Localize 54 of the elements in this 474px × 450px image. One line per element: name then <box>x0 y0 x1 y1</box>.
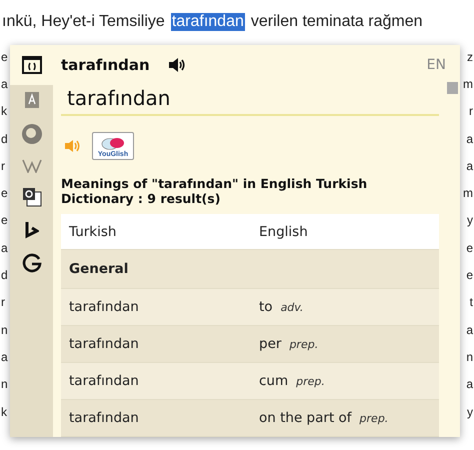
table-cell-text: to adv. <box>259 299 304 315</box>
column-header: English <box>259 224 309 240</box>
body-text-fragment: y <box>467 404 473 418</box>
table-cell-text: tarafından <box>69 373 140 389</box>
body-text-fragment: d <box>1 132 8 146</box>
results-summary: Meanings of "tarafından" in English Turkish Dictionary : 9 result(s) <box>61 176 368 206</box>
body-text-fragment: m <box>463 186 473 200</box>
body-text-fragment: a <box>1 76 8 91</box>
body-text-fragment: k <box>1 104 7 118</box>
column-header: Turkish <box>69 224 118 240</box>
body-text-fragment: e <box>466 268 473 282</box>
body-text-fragment: a <box>466 322 473 337</box>
translate-icon[interactable] <box>22 187 42 207</box>
section-title: General <box>69 261 130 277</box>
body-text-fragment: n <box>1 322 8 337</box>
body-text-fragment: e <box>1 186 8 200</box>
body-text-fragment: z <box>467 50 473 64</box>
body-text-fragment: n <box>1 377 8 392</box>
body-text: ınkü, Hey'et-i Temsiliye <box>2 13 165 31</box>
google-icon[interactable] <box>22 253 42 273</box>
book-icon[interactable] <box>24 91 40 109</box>
table-cell-text: tarafından <box>69 299 140 315</box>
body-text-fragment: y <box>467 213 473 228</box>
scrollbar-thumb[interactable] <box>447 82 458 94</box>
body-text-fragment: a <box>1 350 8 364</box>
popup-word: tarafından <box>61 56 150 74</box>
body-text-fragment: n <box>466 350 473 364</box>
table-cell-text: on the part of prep. <box>259 410 390 426</box>
body-text-fragment: a <box>466 158 473 173</box>
body-text-fragment: r <box>1 295 5 310</box>
wikipedia-icon[interactable] <box>22 159 42 173</box>
body-text-fragment: a <box>466 132 473 146</box>
body-text-fragment: r <box>469 104 473 118</box>
body-text-fragment: e <box>466 240 473 255</box>
table-cell-text: tarafından <box>69 410 140 426</box>
body-text-fragment: k <box>1 404 7 418</box>
body-text-fragment: t <box>470 295 473 310</box>
body-text-fragment: m <box>463 76 473 91</box>
body-text-fragment: r <box>1 158 5 173</box>
body-text-fragment: a <box>466 377 473 392</box>
table-cell-text: cum prep. <box>259 373 326 389</box>
bing-icon[interactable] <box>24 221 38 239</box>
body-text-fragment: d <box>1 268 8 282</box>
selected-word: tarafından <box>170 13 245 31</box>
table-cell-text: tarafından <box>69 336 140 352</box>
table-cell-text: per prep. <box>259 336 320 352</box>
body-text: verilen teminata rağmen <box>250 13 423 31</box>
window-icon[interactable] <box>22 56 42 74</box>
body-text-fragment: e <box>1 213 8 228</box>
word-field[interactable]: tarafından <box>61 85 439 116</box>
body-text-fragment: e <box>1 50 8 64</box>
speaker-icon[interactable] <box>168 57 186 73</box>
body-text-fragment: a <box>1 240 8 255</box>
speech-bubbles-icon <box>100 137 126 151</box>
